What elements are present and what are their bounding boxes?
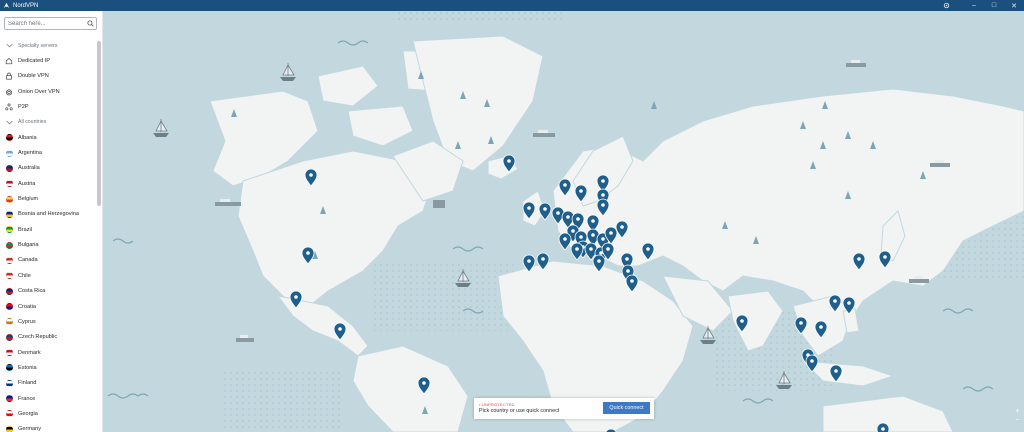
sidebar-item-costa-rica[interactable]: Costa Rica <box>0 284 96 299</box>
connection-status-card: • UNPROTECTED Pick country or use quick … <box>474 398 654 419</box>
flag-icon <box>5 226 13 234</box>
sidebar-item-finland[interactable]: Finland <box>0 376 96 391</box>
chevron-down-icon <box>5 42 13 50</box>
zoom-out-button[interactable]: − <box>1015 416 1019 425</box>
sidebar-item-dedicated-ip[interactable]: Dedicated IP <box>0 53 96 68</box>
flag-icon <box>5 333 13 341</box>
minimize-button[interactable]: – <box>964 0 984 11</box>
gear-icon[interactable] <box>936 0 956 11</box>
flag-icon <box>5 349 13 357</box>
sidebar-item-chile[interactable]: Chile <box>0 268 96 283</box>
lock-icon <box>5 72 13 80</box>
flag-icon <box>5 134 13 142</box>
sidebar-item-p2p[interactable]: P2P <box>0 99 96 114</box>
country-label: Germany <box>18 426 42 432</box>
sidebar-item-brazil[interactable]: Brazil <box>0 222 96 237</box>
flag-icon <box>5 256 13 264</box>
country-label: Austria <box>18 180 36 187</box>
country-label: Czech Republic <box>18 334 58 341</box>
server-pin[interactable] <box>876 422 890 432</box>
sidebar-item-bosnia-and-herzegovina[interactable]: Bosnia and Herzegovina <box>0 207 96 222</box>
sidebar-item-czech-republic[interactable]: Czech Republic <box>0 330 96 345</box>
flag-icon <box>5 425 13 432</box>
sidebar-item-denmark[interactable]: Denmark <box>0 345 96 360</box>
title-bar: NordVPN – □ ✕ <box>0 0 1024 11</box>
status-unprotected: • UNPROTECTED <box>479 402 515 407</box>
country-label: Estonia <box>18 364 37 371</box>
flag-icon <box>5 272 13 280</box>
sidebar-item-germany[interactable]: Germany <box>0 422 96 432</box>
specialty-servers-header[interactable]: Specialty servers <box>0 38 96 53</box>
quick-connect-button[interactable]: Quick connect <box>603 402 650 414</box>
sidebar-item-argentina[interactable]: Argentina <box>0 145 96 160</box>
all-countries-header[interactable]: All countries <box>0 115 96 130</box>
country-label: Finland <box>18 380 37 387</box>
country-label: Brazil <box>18 226 32 233</box>
flag-icon <box>5 364 13 372</box>
flag-icon <box>5 318 13 326</box>
country-label: Denmark <box>18 349 41 356</box>
home-icon <box>5 57 13 65</box>
flag-icon <box>5 410 13 418</box>
sidebar-item-australia[interactable]: Australia <box>0 161 96 176</box>
onion-icon <box>5 88 13 96</box>
chevron-down-icon <box>5 118 13 126</box>
country-label: Albania <box>18 134 37 141</box>
country-label: Croatia <box>18 303 37 310</box>
sidebar-scrollbar[interactable] <box>97 41 101 206</box>
sidebar-item-canada[interactable]: Canada <box>0 253 96 268</box>
country-label: Canada <box>18 257 38 264</box>
country-label: Cyprus <box>18 318 36 325</box>
flag-icon <box>5 180 13 188</box>
country-label: Belgium <box>18 196 39 203</box>
flag-icon <box>5 241 13 249</box>
sidebar-item-belgium[interactable]: Belgium <box>0 191 96 206</box>
sidebar-item-georgia[interactable]: Georgia <box>0 406 96 421</box>
flag-icon <box>5 164 13 172</box>
country-label: Georgia <box>18 410 38 417</box>
world-map[interactable] <box>103 11 1024 432</box>
country-label: Chile <box>18 272 31 279</box>
app-title: NordVPN <box>13 2 39 9</box>
flag-icon <box>5 395 13 403</box>
zoom-controls: + − <box>1013 407 1022 425</box>
server-list: Specialty servers Dedicated IP Double VP… <box>0 38 96 432</box>
sidebar-item-onion-over-vpn[interactable]: Onion Over VPN <box>0 84 96 99</box>
country-label: Argentina <box>18 150 42 157</box>
sidebar-item-double-vpn[interactable]: Double VPN <box>0 69 96 84</box>
sidebar-item-croatia[interactable]: Croatia <box>0 299 96 314</box>
zoom-in-button[interactable]: + <box>1015 407 1019 416</box>
maximize-button[interactable]: □ <box>984 0 1004 11</box>
country-label: France <box>18 395 36 402</box>
nordvpn-logo-icon <box>3 2 10 9</box>
sidebar-item-estonia[interactable]: Estonia <box>0 360 96 375</box>
flag-icon <box>5 379 13 387</box>
sidebar: Specialty servers Dedicated IP Double VP… <box>0 11 103 432</box>
sidebar-item-cyprus[interactable]: Cyprus <box>0 314 96 329</box>
country-label: Bosnia and Herzegovina <box>18 211 79 218</box>
country-label: Costa Rica <box>18 288 46 295</box>
search-icon[interactable] <box>85 18 95 29</box>
flag-icon <box>5 149 13 157</box>
flag-icon <box>5 287 13 295</box>
sidebar-item-france[interactable]: France <box>0 391 96 406</box>
country-label: Australia <box>18 165 40 172</box>
close-button[interactable]: ✕ <box>1004 0 1024 11</box>
p2p-icon <box>5 103 13 111</box>
sidebar-item-albania[interactable]: Albania <box>0 130 96 145</box>
search-box <box>4 17 97 30</box>
flag-icon <box>5 195 13 203</box>
flag-icon <box>5 303 13 311</box>
sidebar-item-bulgaria[interactable]: Bulgaria <box>0 237 96 252</box>
country-label: Bulgaria <box>18 242 39 249</box>
search-input[interactable] <box>5 18 85 29</box>
sidebar-item-austria[interactable]: Austria <box>0 176 96 191</box>
status-message: Pick country or use quick connect <box>479 408 560 414</box>
flag-icon <box>5 210 13 218</box>
